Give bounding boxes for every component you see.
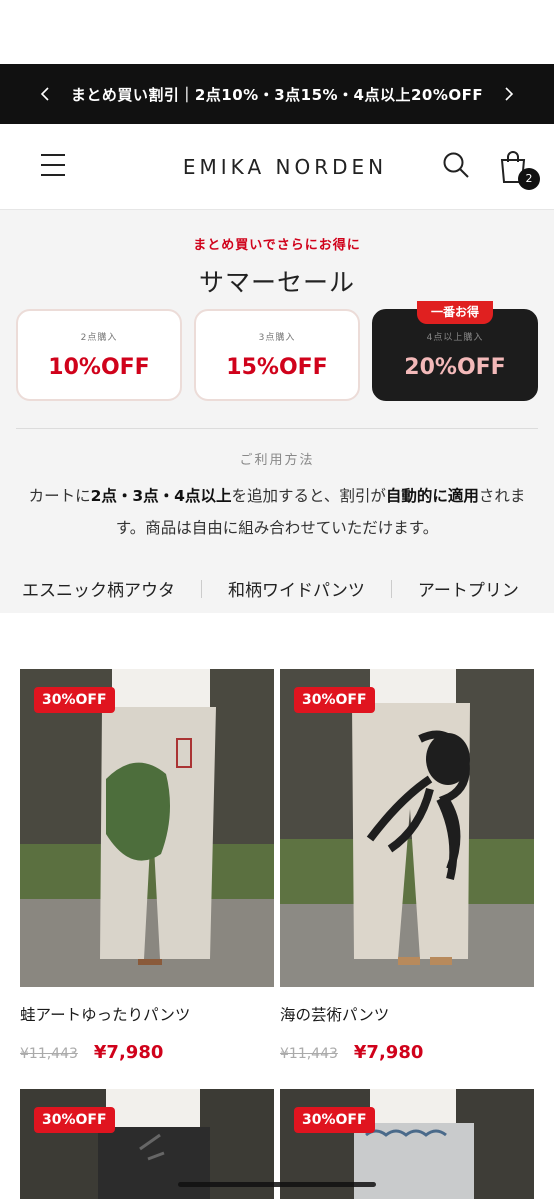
tier-discount: 10%OFF (48, 355, 150, 380)
howto-text: カートに2点・3点・4点以上を追加すると、割引が自動的に適用されます。商品は自由… (0, 480, 554, 544)
howto-text-bold: 2点・3点・4点以上 (90, 487, 232, 505)
tab-separator (201, 579, 202, 598)
category-tab[interactable]: エスニック柄アウタ (22, 576, 175, 601)
discount-badge: 30%OFF (294, 687, 375, 713)
howto-text-part: を追加すると、割引が (231, 487, 386, 505)
tier-qty: 2点購入 (80, 333, 118, 343)
tier-qty: 4点以上購入 (426, 333, 484, 343)
promo-kicker: まとめ買いでさらにお得に (193, 238, 361, 253)
home-indicator[interactable] (178, 1182, 376, 1187)
product-name[interactable]: 蛙アートゆったりパンツ (20, 1003, 274, 1025)
tier-discount: 20%OFF (404, 355, 506, 380)
category-tabs: エスニック柄アウタ 和柄ワイドパンツ アートプリン (0, 563, 554, 613)
header-actions: 2 (442, 150, 540, 190)
tier-2-items[interactable]: 2点購入 10%OFF (16, 309, 182, 401)
tier-4-plus-items[interactable]: 一番お得 4点以上購入 20%OFF (372, 301, 538, 401)
discount-badge: 30%OFF (34, 1107, 115, 1133)
tab-separator (390, 579, 392, 598)
site-header: EMIKA NORDEN 2 (0, 124, 554, 210)
sale-price: ¥7,980 (353, 1042, 424, 1063)
price-row: ¥11,443 ¥7,980 (280, 1042, 534, 1063)
announcement-text: まとめ買い割引｜2点10%・3点15%・4点以上20%OFF (70, 85, 484, 104)
chevron-right-icon[interactable] (502, 87, 516, 101)
product-card[interactable]: 30%OFF 海の芸術パンツ ¥11,443 ¥7,980 (280, 669, 534, 1063)
product-image[interactable]: 30%OFF (20, 669, 274, 987)
search-icon[interactable] (442, 151, 470, 183)
product-grid: 30%OFF 蛙アートゆったりパンツ ¥11,443 ¥7,980 30%OFF… (0, 613, 554, 1199)
discount-tiers: 2点購入 10%OFF 3点購入 15%OFF 一番お得 4点以上購入 20%O… (0, 301, 554, 401)
howto-text-part: カートに (28, 487, 91, 505)
chevron-left-icon[interactable] (38, 87, 52, 101)
tier-discount: 15%OFF (226, 355, 328, 380)
divider (16, 428, 538, 429)
bundle-discount-section: まとめ買いでさらにお得に サマーセール 2点購入 10%OFF 3点購入 15%… (0, 210, 554, 563)
cart-button[interactable]: 2 (498, 150, 540, 190)
cart-count-badge: 2 (517, 167, 540, 190)
category-tab[interactable]: 和柄ワイドパンツ (228, 576, 365, 601)
product-card[interactable]: 30%OFF 蛙アートゆったりパンツ ¥11,443 ¥7,980 (20, 669, 274, 1063)
howto-label: ご利用方法 (239, 453, 315, 468)
howto-text-bold: 自動的に適用 (385, 487, 479, 505)
status-bar-area (0, 0, 554, 64)
brand-logo[interactable]: EMIKA NORDEN (183, 155, 387, 179)
frog-print-pants-icon (20, 669, 274, 987)
original-price: ¥11,443 (20, 1046, 78, 1062)
discount-badge: 30%OFF (34, 687, 115, 713)
tier-3-items[interactable]: 3点購入 15%OFF (194, 309, 360, 401)
tier-qty: 3点購入 (258, 333, 296, 343)
promo-title: サマーセール (198, 268, 355, 297)
price-row: ¥11,443 ¥7,980 (20, 1042, 274, 1063)
announcement-bar: まとめ買い割引｜2点10%・3点15%・4点以上20%OFF (0, 64, 554, 124)
page: まとめ買い割引｜2点10%・3点15%・4点以上20%OFF EMIKA NOR… (0, 0, 554, 1199)
category-tab[interactable]: アートプリン (418, 576, 519, 601)
best-deal-ribbon: 一番お得 (416, 301, 494, 324)
product-image[interactable]: 30%OFF (280, 669, 534, 987)
product-name[interactable]: 海の芸術パンツ (280, 1003, 534, 1025)
discount-badge: 30%OFF (294, 1107, 375, 1133)
original-price: ¥11,443 (280, 1046, 338, 1062)
sale-price: ¥7,980 (93, 1042, 164, 1063)
octopus-print-pants-icon (280, 669, 534, 987)
menu-icon[interactable] (40, 153, 66, 181)
